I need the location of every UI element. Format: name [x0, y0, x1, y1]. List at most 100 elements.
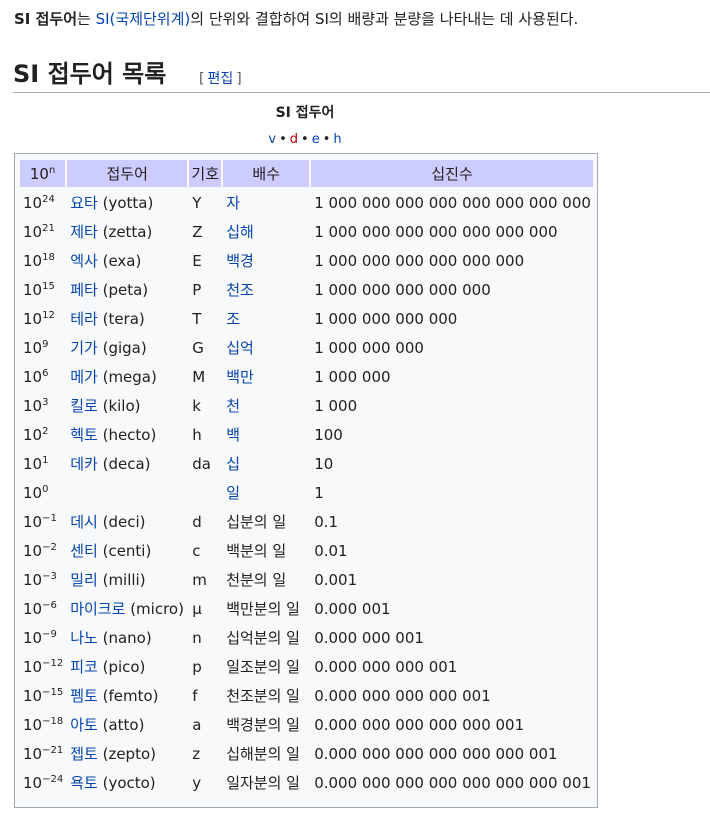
prefix-english: (zepto) — [102, 745, 156, 763]
decimal-cell: 0.000 000 000 000 001 — [314, 686, 491, 705]
history-link[interactable]: h — [333, 132, 341, 147]
table-row: 10−9 나노 (nano) n 십억분의 일 0.000 000 001 — [20, 624, 593, 651]
decimal-cell: 0.1 — [314, 512, 339, 531]
edit-link[interactable]: 편집 — [207, 71, 233, 87]
prefix-cell: 테라 (tera) — [67, 305, 187, 332]
symbol-cell: h — [192, 425, 202, 444]
multiple-value[interactable]: 백경 — [226, 252, 254, 270]
table-row: 10−15 펨토 (femto) f 천조분의 일 0.000 000 000 000 … — [20, 682, 593, 709]
prefix-link[interactable]: 테라 — [70, 310, 98, 328]
multiple-value: 천분의 일 — [226, 571, 287, 589]
prefix-link[interactable]: 기가 — [70, 339, 98, 357]
power-cell: 10−9 — [23, 628, 57, 647]
section-title: SI 접두어 목록 — [13, 60, 167, 88]
intro-particle: 는 — [77, 10, 96, 28]
multiple-value[interactable]: 백만 — [226, 368, 254, 386]
decimal-cell: 1 000 000 000 000 000 — [314, 280, 491, 299]
si-link[interactable]: SI(국제단위계) — [96, 10, 191, 28]
symbol-cell: Y — [192, 193, 202, 212]
decimal-cell: 0.000 001 — [314, 599, 391, 618]
prefix-cell: 제타 (zetta) — [67, 218, 187, 245]
power-cell: 1021 — [23, 222, 55, 241]
multiple-value: 일자분의 일 — [226, 774, 300, 792]
decimal-cell: 1 000 000 — [314, 367, 391, 386]
multiple-value[interactable]: 천조 — [226, 281, 254, 299]
multiple-value[interactable]: 십억 — [226, 339, 254, 357]
symbol-cell: f — [192, 686, 198, 705]
edit-template-link[interactable]: e — [312, 132, 320, 147]
multiple-cell: 백만분의 일 — [223, 595, 309, 622]
multiple-value: 일조분의 일 — [226, 658, 300, 676]
decimal-cell: 1 000 000 000 000 000 000 000 000 — [314, 193, 591, 212]
prefix-link[interactable]: 아토 — [70, 716, 98, 734]
power-cell: 10−24 — [23, 773, 64, 792]
table-row: 1018 엑사 (exa) E 백경 1 000 000 000 000 000 000 — [20, 247, 593, 274]
prefix-english: (tera) — [102, 310, 145, 328]
multiple-value[interactable]: 조 — [226, 310, 240, 328]
prefix-link[interactable]: 센티 — [70, 542, 98, 560]
prefix-cell: 데카 (deca) — [67, 450, 187, 477]
table-row: 10−21 젭토 (zepto) z 십해분의 일 0.000 000 000 000 … — [20, 740, 593, 767]
table-row: 10−3 밀리 (milli) m 천분의 일 0.001 — [20, 566, 593, 593]
multiple-cell: 백만 — [223, 363, 309, 390]
multiple-value[interactable]: 천 — [226, 397, 240, 415]
edit-bracket-close: ] — [236, 71, 242, 87]
prefix-link[interactable]: 젭토 — [70, 745, 98, 763]
table-row: 1015 페타 (peta) P 천조 1 000 000 000 000 000 — [20, 276, 593, 303]
decimal-cell: 0.000 000 001 — [314, 628, 424, 647]
symbol-cell: y — [192, 773, 202, 792]
prefix-link[interactable]: 피코 — [70, 658, 98, 676]
prefix-english: (yocto) — [102, 774, 156, 792]
discuss-link[interactable]: d — [290, 132, 298, 147]
prefix-cell: 헥토 (hecto) — [67, 421, 187, 448]
symbol-cell: E — [192, 251, 202, 270]
table-row: 109 기가 (giga) G 십억 1 000 000 000 — [20, 334, 593, 361]
decimal-cell: 0.000 000 000 001 — [314, 657, 458, 676]
prefix-link[interactable]: 페타 — [70, 281, 98, 299]
prefix-link[interactable]: 요타 — [70, 194, 98, 212]
multiple-value: 천조분의 일 — [226, 687, 300, 705]
prefix-cell: 센티 (centi) — [67, 537, 187, 564]
prefix-english: (milli) — [102, 571, 146, 589]
navbox-title: SI 접두어 — [275, 105, 335, 121]
prefix-link[interactable]: 헥토 — [70, 426, 98, 444]
multiple-value[interactable]: 일 — [226, 484, 240, 502]
multiple-value[interactable]: 백 — [226, 426, 240, 444]
power-cell: 109 — [23, 338, 49, 357]
table-row: 10−24 욕토 (yocto) y 일자분의 일 0.000 000 000 000 … — [20, 769, 593, 796]
prefix-link[interactable]: 욕토 — [70, 774, 98, 792]
prefix-link[interactable]: 마이크로 — [70, 600, 125, 618]
prefix-link[interactable]: 메가 — [70, 368, 98, 386]
intro-paragraph: SI 접두어는 SI(국제단위계)의 단위와 결합하여 SI의 배량과 분량을 … — [14, 7, 578, 31]
prefix-link[interactable]: 밀리 — [70, 571, 98, 589]
table-row: 101 데카 (deca) da 십 10 — [20, 450, 593, 477]
table-row: 102 헥토 (hecto) h 백 100 — [20, 421, 593, 448]
prefix-english: (atto) — [102, 716, 145, 734]
symbol-cell: m — [192, 570, 207, 589]
power-cell: 10−1 — [23, 512, 57, 531]
table-row: 1021 제타 (zetta) Z 십해 1 000 000 000 000 000 0… — [20, 218, 593, 245]
decimal-cell: 0.000 000 000 000 000 000 000 001 — [314, 773, 591, 792]
multiple-value[interactable]: 십해 — [226, 223, 254, 241]
multiple-value[interactable]: 십 — [226, 455, 240, 473]
prefix-link[interactable]: 펨토 — [70, 687, 98, 705]
prefix-english: (femto) — [102, 687, 159, 705]
prefix-link[interactable]: 데카 — [70, 455, 98, 473]
si-prefix-table: 10n 접두어 기호 배수 십진수 1024 요타 (yotta) Y 자 1 000 … — [18, 158, 595, 798]
prefix-link[interactable]: 나노 — [70, 629, 98, 647]
prefix-link[interactable]: 킬로 — [70, 397, 98, 415]
prefix-link[interactable]: 제타 — [70, 223, 98, 241]
prefix-link[interactable]: 엑사 — [70, 252, 98, 270]
power-cell: 10−18 — [23, 715, 64, 734]
table-header-row: 10n 접두어 기호 배수 십진수 — [20, 160, 593, 187]
view-link[interactable]: v — [268, 132, 276, 147]
symbol-cell: M — [192, 367, 206, 386]
multiple-value[interactable]: 자 — [226, 194, 240, 212]
prefix-cell: 밀리 (milli) — [67, 566, 187, 593]
intro-rest: 의 단위와 결합하여 SI의 배량과 분량을 나타내는 데 사용된다. — [190, 10, 579, 28]
symbol-cell: G — [192, 338, 204, 357]
decimal-cell: 1 000 000 000 000 — [314, 309, 458, 328]
symbol-cell: Z — [192, 222, 203, 241]
prefix-link[interactable]: 데시 — [70, 513, 98, 531]
table-row: 1024 요타 (yotta) Y 자 1 000 000 000 000 000 00… — [20, 189, 593, 216]
